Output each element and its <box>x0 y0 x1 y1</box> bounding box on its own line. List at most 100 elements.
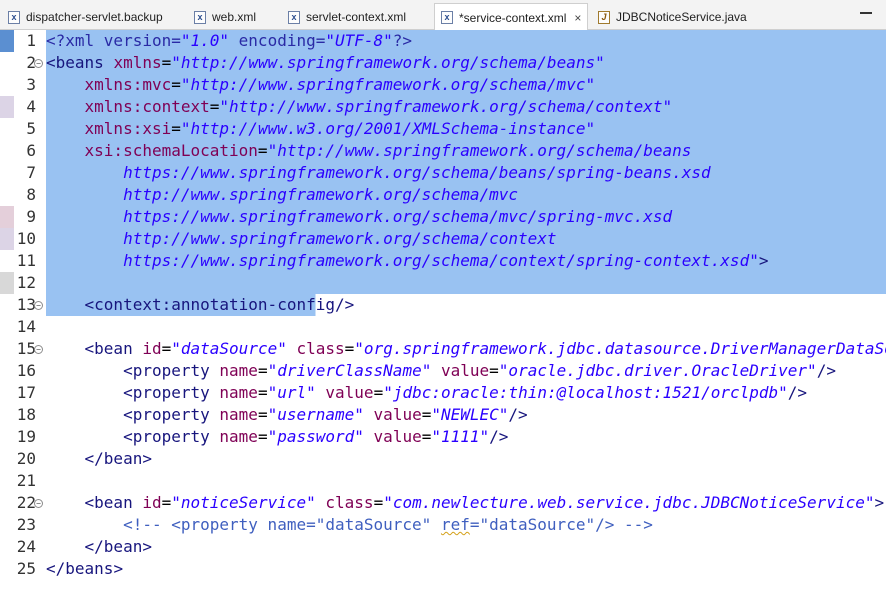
code-line[interactable]: 8 http://www.springframework.org/schema/… <box>0 184 886 206</box>
code-text[interactable]: <property name="username" value="NEWLEC"… <box>46 404 886 426</box>
code-line[interactable]: 23 <!-- <property name="dataSource" ref=… <box>0 514 886 536</box>
xml-file-icon: x <box>194 10 206 24</box>
tab-dispatcher-servlet-backup[interactable]: x dispatcher-servlet.backup <box>8 4 163 30</box>
code-text[interactable]: <!-- <property name="dataSource" ref="da… <box>46 514 886 536</box>
code-line[interactable]: 11 https://www.springframework.org/schem… <box>0 250 886 272</box>
code-text[interactable]: <beans xmlns="http://www.springframework… <box>46 52 886 74</box>
fold-toggle-icon[interactable]: − <box>34 345 43 354</box>
code-line[interactable]: 18 <property name="username" value="NEWL… <box>0 404 886 426</box>
line-number: 3 <box>26 75 36 94</box>
code-line[interactable]: 6 xsi:schemaLocation="http://www.springf… <box>0 140 886 162</box>
fold-toggle-icon[interactable]: − <box>34 499 43 508</box>
code-line[interactable]: 1 <?xml version="1.0" encoding="UTF-8"?> <box>0 30 886 52</box>
code-text[interactable]: <?xml version="1.0" encoding="UTF-8"?> <box>46 30 886 52</box>
code-text[interactable]: https://www.springframework.org/schema/m… <box>46 206 886 228</box>
line-number: 15 <box>16 339 36 358</box>
line-number: 25 <box>16 559 36 578</box>
code-line[interactable]: 12 <box>0 272 886 294</box>
line-number: 18 <box>16 405 36 424</box>
code-line[interactable]: 24 </bean> <box>0 536 886 558</box>
line-number: 13 <box>16 295 36 314</box>
line-number: 22 <box>16 493 36 512</box>
code-line[interactable]: 2− <beans xmlns="http://www.springframewo… <box>0 52 886 74</box>
code-line[interactable]: 3 xmlns:mvc="http://www.springframework.… <box>0 74 886 96</box>
code-text[interactable]: xmlns:xsi="http://www.w3.org/2001/XMLSch… <box>46 118 886 140</box>
change-marker <box>0 206 14 228</box>
code-text[interactable]: <bean id="dataSource" class="org.springf… <box>46 338 886 360</box>
code-line[interactable]: 21 <box>0 470 886 492</box>
line-number: 1 <box>26 31 36 50</box>
fold-toggle-icon[interactable]: − <box>34 301 43 310</box>
line-number: 11 <box>16 251 36 270</box>
xml-file-icon: x <box>8 10 20 24</box>
xml-file-icon: x <box>288 10 300 24</box>
code-text[interactable]: https://www.springframework.org/schema/c… <box>46 250 886 272</box>
line-number: 20 <box>16 449 36 468</box>
line-number: 10 <box>16 229 36 248</box>
code-line[interactable]: 20 </bean> <box>0 448 886 470</box>
code-text[interactable]: https://www.springframework.org/schema/b… <box>46 162 886 184</box>
line-number: 17 <box>16 383 36 402</box>
line-number: 14 <box>16 317 36 336</box>
tab-jdbcnoticeservice-java[interactable]: J JDBCNoticeService.java <box>598 4 747 30</box>
code-text[interactable]: <property name="url" value="jdbc:oracle:… <box>46 382 886 404</box>
code-text[interactable]: </bean> <box>46 448 886 470</box>
change-marker <box>0 228 14 250</box>
code-line[interactable]: 7 https://www.springframework.org/schema… <box>0 162 886 184</box>
code-line[interactable]: 9 https://www.springframework.org/schema… <box>0 206 886 228</box>
code-text[interactable]: <context:annotation-config/> <box>46 294 886 316</box>
code-line[interactable]: 22− <bean id="noticeService" class="com.… <box>0 492 886 514</box>
tab-label: dispatcher-servlet.backup <box>26 10 163 24</box>
minimize-icon[interactable] <box>860 12 872 14</box>
code-line[interactable]: 15− <bean id="dataSource" class="org.spr… <box>0 338 886 360</box>
line-number: 23 <box>16 515 36 534</box>
line-number: 4 <box>26 97 36 116</box>
code-line[interactable]: 4 xmlns:context="http://www.springframew… <box>0 96 886 118</box>
code-line[interactable]: 13− <context:annotation-config/> <box>0 294 886 316</box>
code-text[interactable]: http://www.springframework.org/schema/co… <box>46 228 886 250</box>
code-line[interactable]: 17 <property name="url" value="jdbc:orac… <box>0 382 886 404</box>
change-marker <box>0 272 14 294</box>
code-text[interactable]: </beans> <box>46 558 886 580</box>
line-number: 12 <box>16 273 36 292</box>
line-number: 21 <box>16 471 36 490</box>
tab-service-context-xml[interactable]: x *service-context.xml × <box>434 3 589 31</box>
tab-web-xml[interactable]: x web.xml <box>194 4 256 30</box>
line-number: 24 <box>16 537 36 556</box>
tab-label: JDBCNoticeService.java <box>616 10 747 24</box>
line-number: 6 <box>26 141 36 160</box>
code-line[interactable]: 25 </beans> <box>0 558 886 580</box>
code-text[interactable] <box>46 272 886 294</box>
line-number: 2 <box>26 53 36 72</box>
line-number: 8 <box>26 185 36 204</box>
change-marker <box>0 96 14 118</box>
code-text[interactable]: xmlns:context="http://www.springframewor… <box>46 96 886 118</box>
tab-label: web.xml <box>212 10 257 24</box>
tab-label: servlet-context.xml <box>306 10 407 24</box>
line-number: 19 <box>16 427 36 446</box>
code-line[interactable]: 14 <box>0 316 886 338</box>
tab-servlet-context-xml[interactable]: x servlet-context.xml <box>288 4 406 30</box>
code-text[interactable]: <property name="password" value="1111"/> <box>46 426 886 448</box>
code-text[interactable] <box>46 470 886 492</box>
line-number: 9 <box>26 207 36 226</box>
code-text[interactable]: </bean> <box>46 536 886 558</box>
xml-source-editor[interactable]: 1 <?xml version="1.0" encoding="UTF-8"?> 2… <box>0 30 886 611</box>
close-tab-icon[interactable]: × <box>574 12 581 24</box>
code-text[interactable]: xsi:schemaLocation="http://www.springfra… <box>46 140 886 162</box>
code-line[interactable]: 16 <property name="driverClassName" valu… <box>0 360 886 382</box>
editor-tab-bar: x dispatcher-servlet.backup x web.xml x … <box>0 0 886 31</box>
code-text[interactable]: <property name="driverClassName" value="… <box>46 360 886 382</box>
fold-toggle-icon[interactable]: − <box>34 59 43 68</box>
code-text[interactable]: <bean id="noticeService" class="com.newl… <box>46 492 886 514</box>
code-text[interactable]: xmlns:mvc="http://www.springframework.or… <box>46 74 886 96</box>
code-text[interactable] <box>46 316 886 338</box>
code-text[interactable]: http://www.springframework.org/schema/mv… <box>46 184 886 206</box>
code-line[interactable]: 5 xmlns:xsi="http://www.w3.org/2001/XMLS… <box>0 118 886 140</box>
java-file-icon: J <box>598 10 610 24</box>
change-marker <box>0 30 14 52</box>
code-line[interactable]: 19 <property name="password" value="1111… <box>0 426 886 448</box>
code-line[interactable]: 10 http://www.springframework.org/schema… <box>0 228 886 250</box>
tab-label: *service-context.xml <box>459 10 567 25</box>
line-number: 5 <box>26 119 36 138</box>
